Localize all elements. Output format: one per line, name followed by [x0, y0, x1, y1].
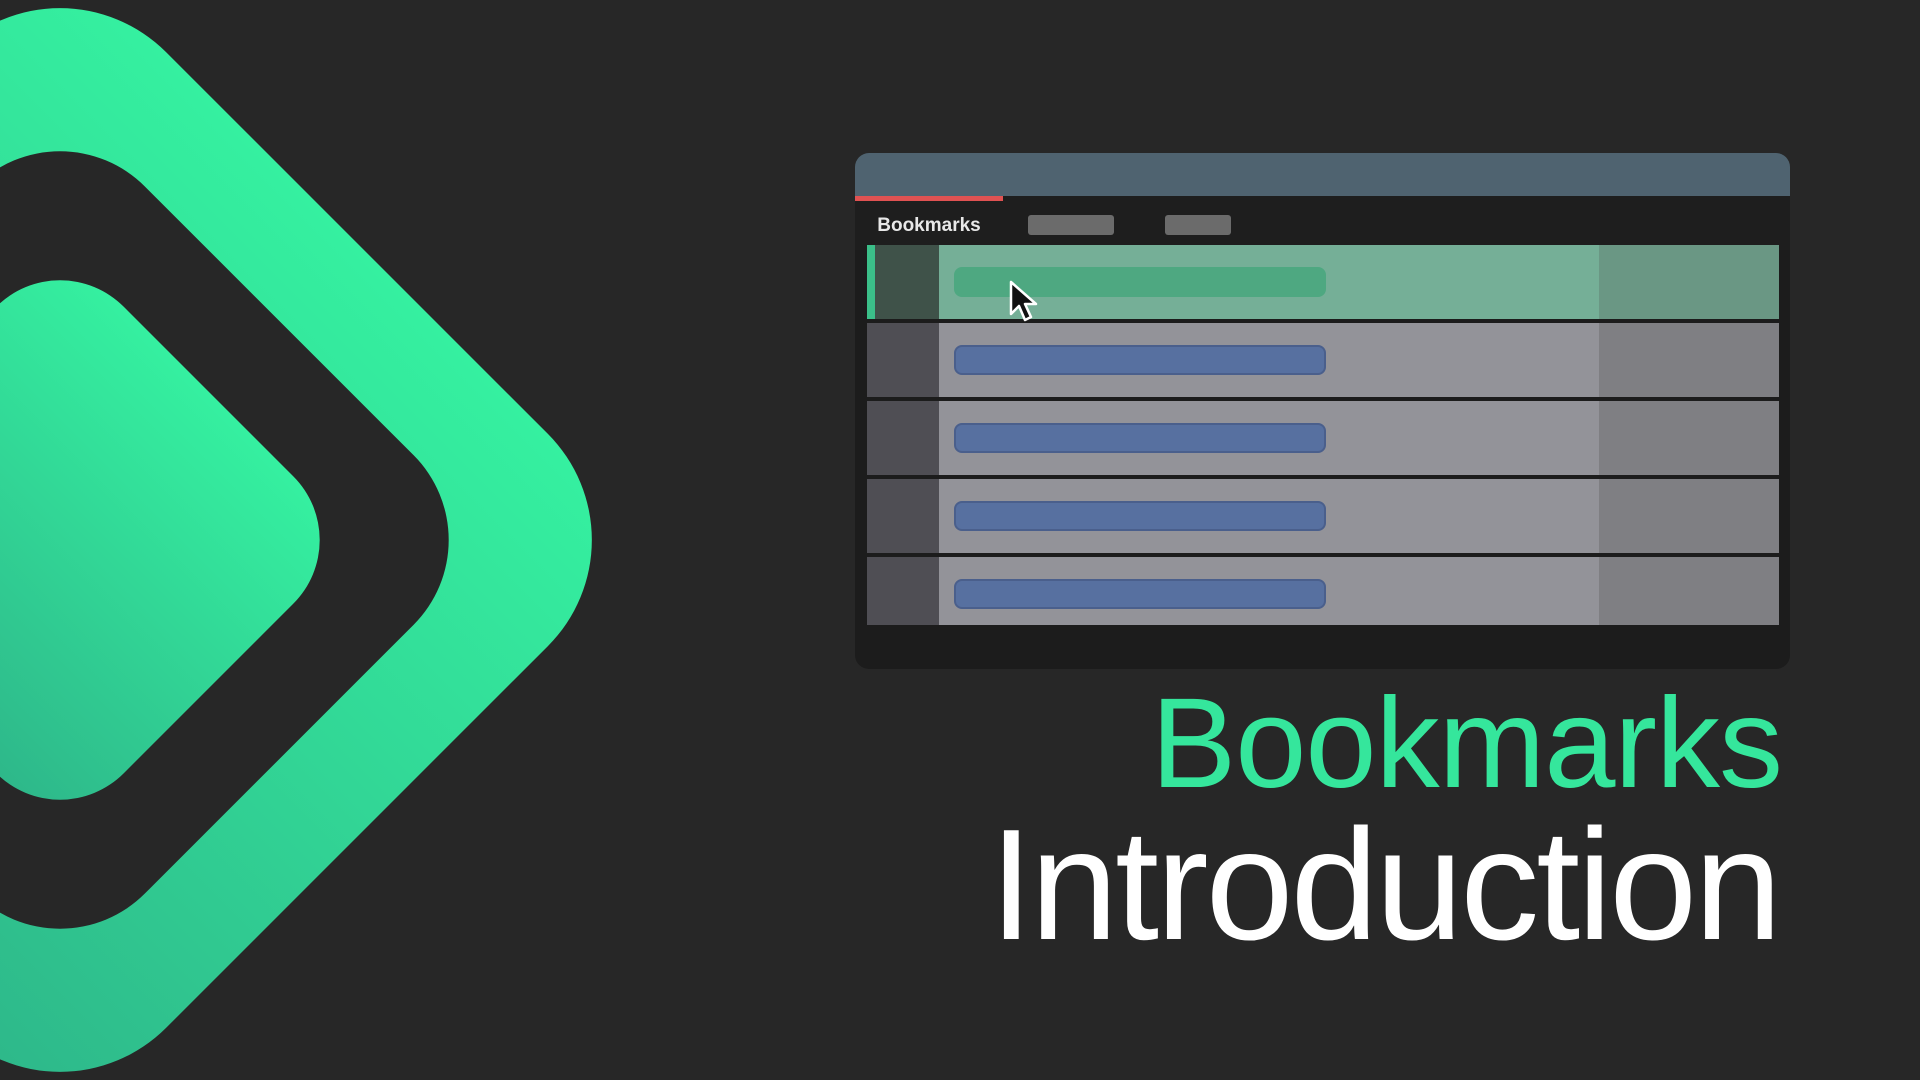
tab-bar: Bookmarks [855, 196, 1790, 250]
row-handle [867, 245, 939, 319]
row-handle [867, 323, 939, 397]
row-handle [867, 557, 939, 625]
row-tail [1599, 401, 1779, 475]
list-item[interactable] [867, 557, 1779, 625]
row-label-placeholder [954, 423, 1326, 453]
heading-introduction: Introduction [989, 797, 1782, 973]
row-body [939, 557, 1599, 625]
row-label-placeholder [954, 579, 1326, 609]
row-label-placeholder [954, 345, 1326, 375]
tab-bookmarks-label: Bookmarks [877, 214, 981, 236]
row-tail [1599, 245, 1779, 319]
tab-placeholder[interactable] [1165, 215, 1231, 235]
mouse-cursor-icon [1009, 280, 1038, 322]
tab-bookmarks[interactable]: Bookmarks [855, 196, 1003, 250]
list-item[interactable] [867, 323, 1779, 397]
list-item[interactable] [867, 479, 1779, 553]
row-body [939, 479, 1599, 553]
row-handle [867, 479, 939, 553]
list-item[interactable] [867, 245, 1779, 319]
row-handle [867, 401, 939, 475]
tab-placeholder[interactable] [1028, 215, 1114, 235]
list-item[interactable] [867, 401, 1779, 475]
row-body [939, 401, 1599, 475]
row-body [939, 323, 1599, 397]
row-tail [1599, 323, 1779, 397]
window-titlebar [855, 153, 1790, 196]
bookmarks-window-mockup: Bookmarks [855, 153, 1790, 669]
row-tail [1599, 479, 1779, 553]
heading-bookmarks: Bookmarks [1150, 672, 1783, 815]
row-label-placeholder [954, 501, 1326, 531]
bookmark-list [867, 245, 1779, 629]
logo-icon [0, 8, 592, 1072]
row-tail [1599, 557, 1779, 625]
